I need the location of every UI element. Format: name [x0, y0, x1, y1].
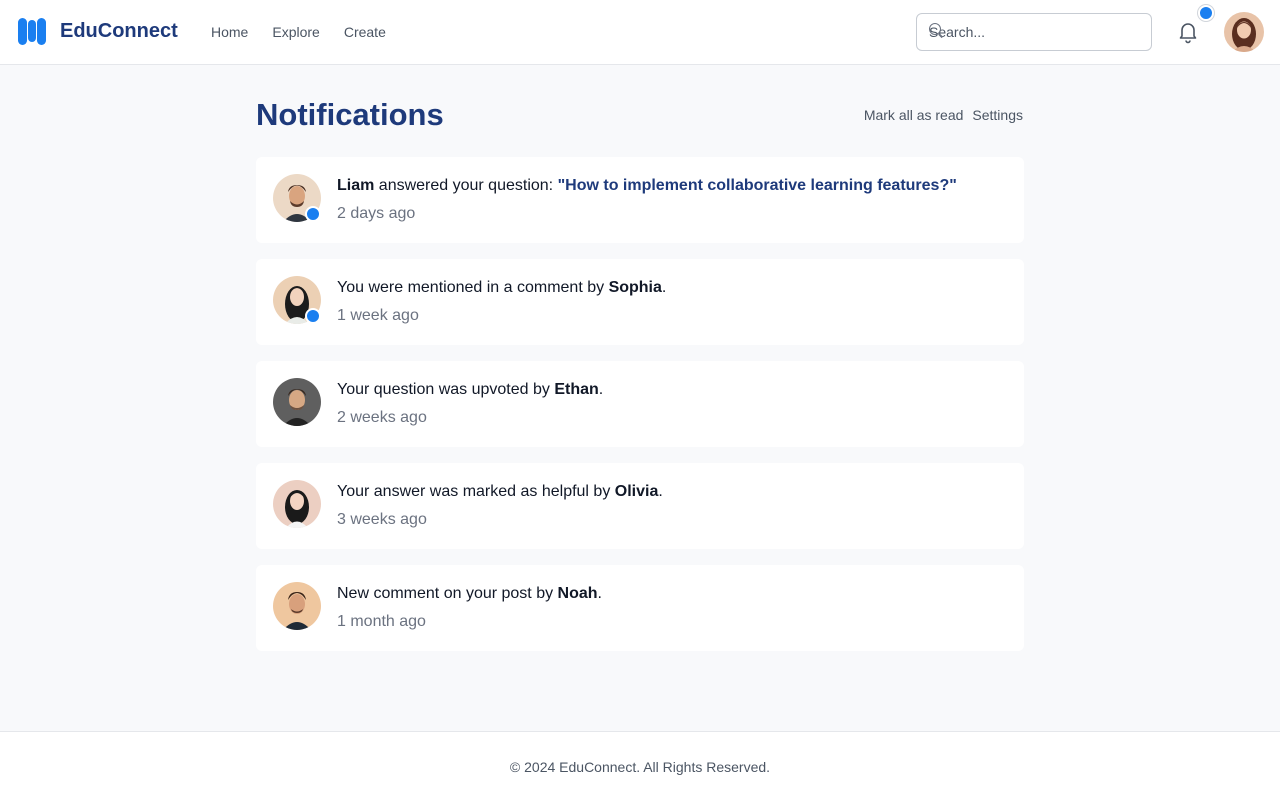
avatar-olivia	[273, 480, 321, 528]
message-text: New comment on your post by	[337, 585, 558, 602]
avatar-noah	[273, 582, 321, 630]
search-icon	[929, 23, 941, 35]
notification-message: You were mentioned in a comment by Sophi…	[337, 276, 666, 300]
message-text: You were mentioned in a comment by	[337, 279, 609, 296]
main-nav: Home Explore Create	[211, 22, 386, 42]
message-text: answered your question:	[374, 177, 558, 194]
mark-all-read-link[interactable]: Mark all as read	[864, 105, 964, 125]
educonnect-logo-icon[interactable]	[18, 18, 47, 45]
bell-icon[interactable]	[1176, 19, 1200, 45]
notification-indicator-dot	[1198, 5, 1214, 21]
notification-time: 1 week ago	[337, 307, 419, 324]
nav-create[interactable]: Create	[344, 22, 386, 42]
page-footer: © 2024 EduConnect. All Rights Reserved.	[0, 731, 1280, 800]
notification-item[interactable]: New comment on your post by Noah. 1 mont…	[256, 565, 1024, 651]
user-avatar[interactable]	[1224, 12, 1264, 52]
actor-name[interactable]: Sophia	[609, 279, 662, 296]
message-suffix: .	[658, 483, 663, 500]
unread-indicator	[305, 308, 321, 324]
notification-item[interactable]: Liam answered your question: "How to imp…	[256, 157, 1024, 243]
search-box	[916, 13, 1152, 51]
search-input[interactable]	[929, 14, 1144, 50]
message-suffix: .	[597, 585, 602, 602]
message-suffix: .	[661, 279, 667, 296]
actor-name[interactable]: Liam	[337, 177, 374, 194]
notification-message: New comment on your post by Noah.	[337, 582, 602, 606]
notification-actions: Mark all as read Settings	[864, 105, 1023, 125]
notification-message: Liam answered your question: "How to imp…	[337, 174, 957, 198]
footer-copyright: © 2024 EduConnect. All Rights Reserved.	[509, 759, 771, 775]
notification-item[interactable]: You were mentioned in a comment by Sophi…	[256, 259, 1024, 345]
notification-time: 2 weeks ago	[337, 409, 427, 426]
settings-link[interactable]: Settings	[972, 105, 1023, 125]
message-suffix: .	[598, 381, 604, 398]
message-text: Your question was upvoted by	[337, 381, 555, 398]
actor-name[interactable]: Ethan	[554, 381, 598, 398]
notification-item[interactable]: Your answer was marked as helpful by Oli…	[256, 463, 1024, 549]
brand-name[interactable]: EduConnect	[60, 19, 178, 43]
notification-time: 3 weeks ago	[337, 511, 427, 528]
notification-time: 1 month ago	[337, 613, 426, 630]
avatar-ethan	[273, 378, 321, 426]
top-navigation-bar: EduConnect Home Explore Create	[0, 0, 1280, 65]
page-title: Notifications	[256, 97, 444, 132]
notification-time: 2 days ago	[337, 205, 416, 222]
actor-name[interactable]: Noah	[558, 585, 598, 602]
notification-message: Your answer was marked as helpful by Oli…	[337, 480, 663, 504]
notification-message: Your question was upvoted by Ethan.	[337, 378, 603, 402]
nav-home[interactable]: Home	[211, 22, 248, 42]
nav-explore[interactable]: Explore	[272, 22, 319, 42]
message-text: Your answer was marked as helpful by	[337, 483, 615, 500]
unread-indicator	[305, 206, 321, 222]
notification-item[interactable]: Your question was upvoted by Ethan. 2 we…	[256, 361, 1024, 447]
actor-name[interactable]: Olivia	[615, 483, 659, 500]
question-link[interactable]: "How to implement collaborative learning…	[558, 177, 957, 194]
